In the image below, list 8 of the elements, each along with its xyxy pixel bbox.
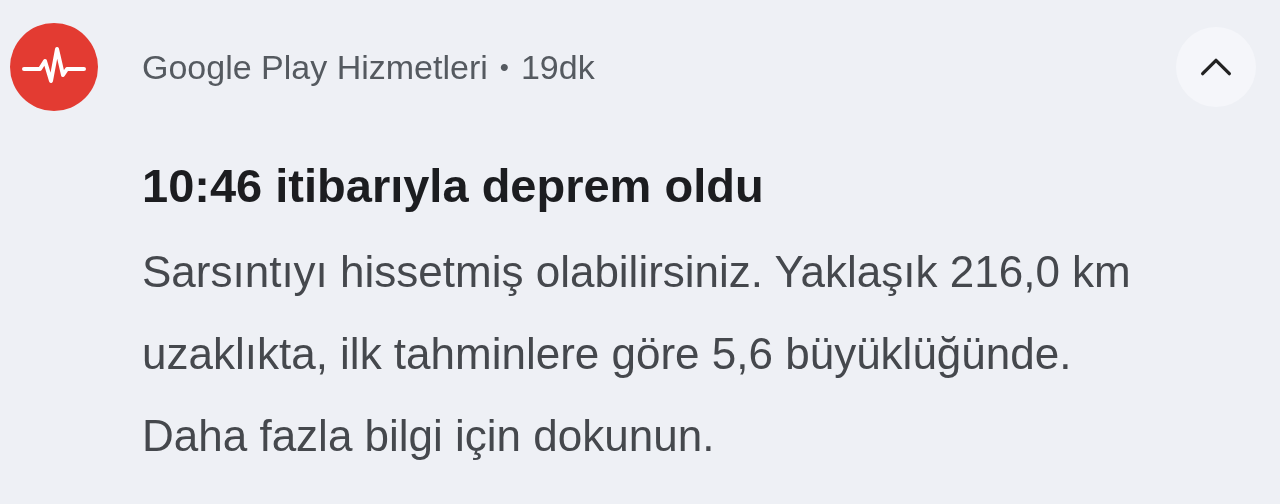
- notification-body: Sarsıntıyı hissetmiş olabilirsiniz. Yaklaşık 216,0 km uzaklıkta, ilk tahminlere göre 5,6 büyüklüğünde. Daha fazla bilgi için dokunun.: [142, 246, 1132, 462]
- chevron-up-icon: [1199, 57, 1233, 77]
- notification-title: 10:46 itibarıyla deprem oldu: [142, 158, 765, 213]
- notification-card[interactable]: Google Play Hizmetleri • 19dk 10:46 itibarıyla deprem oldu Sarsıntıyı hissetmiş olabilirsiniz. Yaklaşık 216,0 km uzaklıkta, ilk tahminlere göre 5,6 büyüklüğünde. Daha fazla bilgi için dokunun.: [0, 0, 1280, 504]
- app-name: Google Play Hizmetleri: [142, 47, 488, 87]
- notification-time: 19dk: [520, 47, 595, 87]
- heartbeat-icon: [10, 23, 98, 111]
- separator: •: [499, 51, 509, 83]
